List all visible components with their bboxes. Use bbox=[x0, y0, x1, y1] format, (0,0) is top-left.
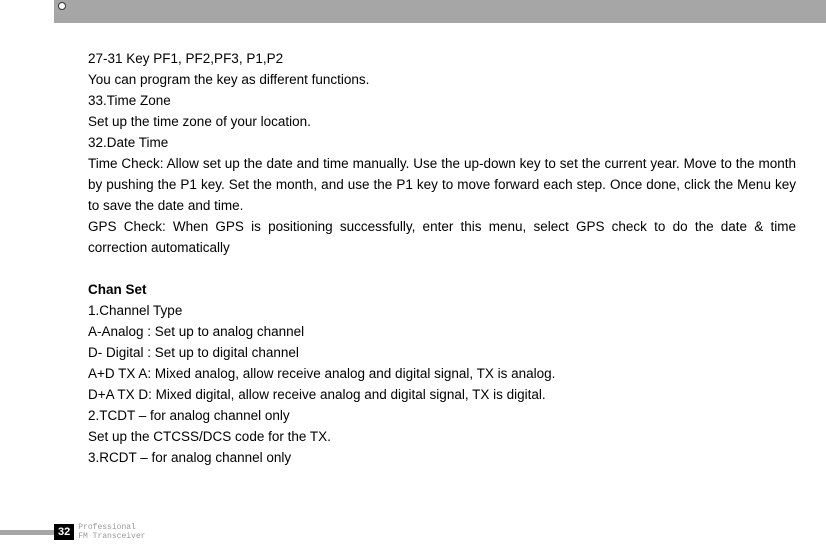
body-line: 27-31 Key PF1, PF2,PF3, P1,P2 bbox=[88, 48, 796, 69]
page-footer: 32 Professional FM Transceiver bbox=[0, 524, 145, 540]
footer-bar bbox=[0, 530, 54, 535]
body-line: You can program the key as different fun… bbox=[88, 69, 796, 90]
header-bar bbox=[54, 0, 826, 23]
page-number: 32 bbox=[54, 524, 74, 540]
body-line: 3.RCDT – for analog channel only bbox=[88, 447, 796, 468]
footer-line2: FM Transceiver bbox=[78, 532, 145, 541]
body-line: 1.Channel Type bbox=[88, 300, 796, 321]
body-line: 2.TCDT – for analog channel only bbox=[88, 405, 796, 426]
body-paragraph: GPS Check: When GPS is positioning succe… bbox=[88, 216, 796, 258]
bullet-marker bbox=[58, 2, 66, 10]
footer-line1: Professional bbox=[78, 523, 145, 532]
blank-line bbox=[88, 258, 796, 279]
body-line: 33.Time Zone bbox=[88, 90, 796, 111]
body-paragraph: Time Check: Allow set up the date and ti… bbox=[88, 153, 796, 216]
section-heading: Chan Set bbox=[88, 279, 796, 300]
document-body: 27-31 Key PF1, PF2,PF3, P1,P2 You can pr… bbox=[88, 48, 796, 468]
body-line: Set up the CTCSS/DCS code for the TX. bbox=[88, 426, 796, 447]
body-line: D+A TX D: Mixed digital, allow receive a… bbox=[88, 384, 796, 405]
body-line: A+D TX A: Mixed analog, allow receive an… bbox=[88, 363, 796, 384]
body-line: D- Digital : Set up to digital channel bbox=[88, 342, 796, 363]
footer-text: Professional FM Transceiver bbox=[78, 523, 145, 541]
body-line: A-Analog : Set up to analog channel bbox=[88, 321, 796, 342]
body-line: Set up the time zone of your location. bbox=[88, 111, 796, 132]
body-line: 32.Date Time bbox=[88, 132, 796, 153]
